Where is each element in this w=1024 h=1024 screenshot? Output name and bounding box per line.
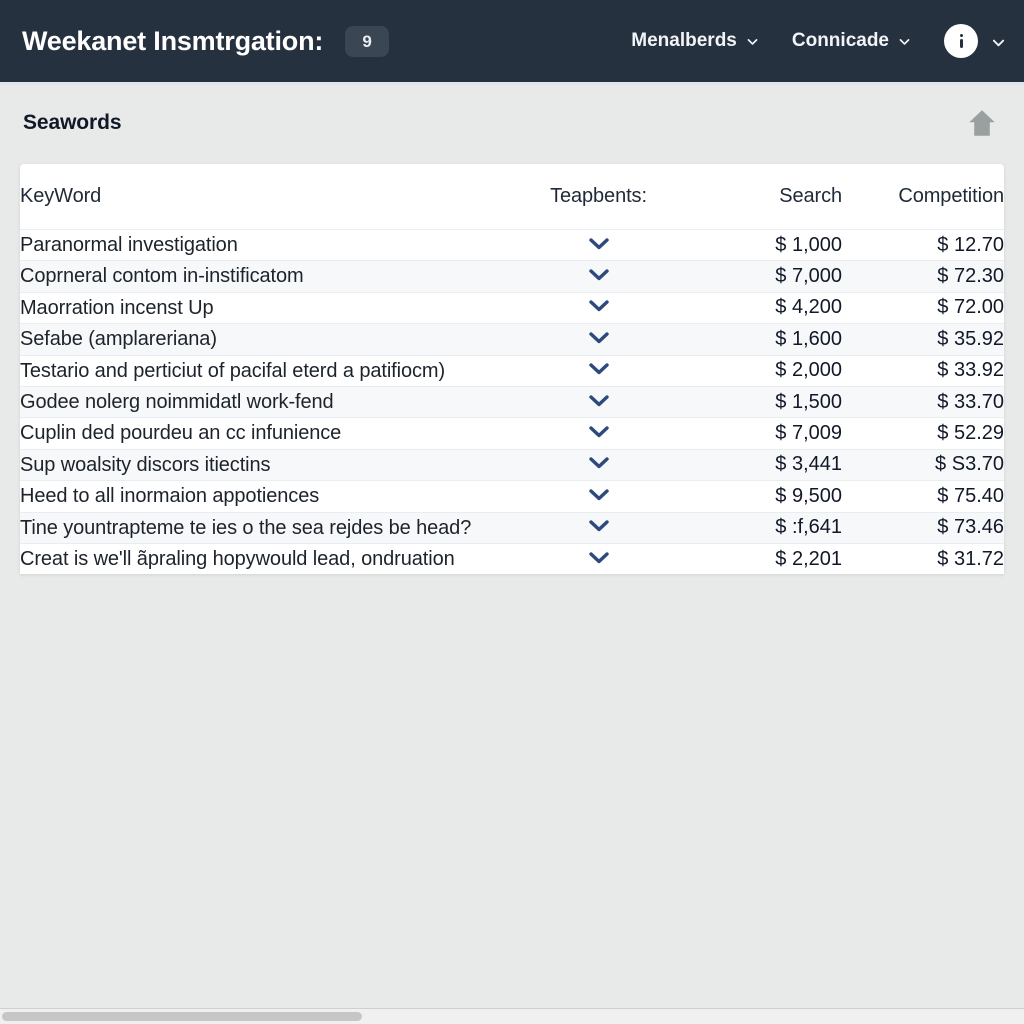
chevron-down-icon[interactable] — [586, 392, 612, 408]
cell-trend[interactable] — [517, 481, 680, 512]
column-header-search[interactable]: Search — [680, 164, 842, 230]
cell-competition: $ 72.30 — [937, 265, 1004, 288]
table-row[interactable]: Creat is we'll ãpraling hopywould lead, … — [20, 543, 1004, 575]
keywords-card: KeyWord Teapbents: Search Competition Pa… — [20, 164, 1004, 575]
home-icon[interactable] — [962, 103, 1002, 143]
cell-trend[interactable] — [517, 261, 680, 292]
cell-trend[interactable] — [517, 512, 680, 543]
chevron-down-icon — [746, 35, 759, 48]
cell-keyword: Testario and perticiut of pacifal eterd … — [20, 359, 446, 382]
table-row[interactable]: Tine yountrapteme te ies o the sea rejde… — [20, 512, 1004, 544]
cell-search: $ 7,009 — [775, 422, 842, 445]
chevron-down-icon[interactable] — [586, 454, 612, 470]
dot-body — [959, 39, 963, 48]
cell-keyword: Coprneral contom in-instificatom — [20, 265, 304, 288]
chevron-down-icon[interactable] — [586, 329, 612, 345]
cell-search: $ 1,500 — [775, 390, 842, 413]
nav-item-menalberds[interactable]: Menalberds — [631, 30, 759, 52]
cell-trend[interactable] — [517, 355, 680, 386]
cell-trend[interactable] — [517, 230, 680, 261]
cell-trend[interactable] — [517, 449, 680, 480]
app-title: Weekanet Insmtrgation: — [22, 25, 324, 56]
user-menu[interactable] — [944, 24, 1005, 58]
cell-trend[interactable] — [517, 418, 680, 449]
cell-keyword: Heed to all inormaion appotiences — [20, 485, 320, 508]
cell-competition: $ 72.00 — [937, 296, 1004, 319]
cell-trend[interactable] — [517, 386, 680, 417]
column-header-trend[interactable]: Teapbents: — [517, 164, 680, 230]
brand-group: Weekanet Insmtrgation: 9 — [22, 25, 390, 57]
table-row[interactable]: Heed to all inormaion appotiences $ 9,500… — [20, 480, 1004, 513]
cell-search: $ 2,201 — [775, 547, 842, 570]
section-header: Seawords — [0, 82, 1024, 164]
title-count-badge: 9 — [345, 25, 390, 57]
table-header: KeyWord Teapbents: Search Competition — [20, 164, 1004, 230]
chevron-down-icon[interactable] — [586, 360, 612, 376]
chevron-down-icon[interactable] — [586, 486, 612, 502]
horizontal-scrollbar[interactable] — [0, 1008, 1024, 1024]
table-row[interactable]: Godee nolerg noimmidatl work-fend $ 1,500… — [20, 386, 1004, 418]
column-header-competition[interactable]: Competition — [842, 164, 1004, 230]
dot-top — [959, 34, 963, 37]
cell-search: $ 7,000 — [775, 265, 842, 288]
cell-competition: $ 33.92 — [937, 359, 1004, 382]
cell-search: $ 4,200 — [775, 296, 842, 319]
column-header-keyword[interactable]: KeyWord — [20, 164, 517, 230]
cell-keyword: Creat is we'll ãpraling hopywould lead, … — [20, 547, 455, 570]
cell-competition: $ 31.72 — [937, 547, 1004, 570]
nav-item-menalberds-label: Menalberds — [631, 30, 737, 51]
cell-competition: $ S3.70 — [935, 453, 1004, 476]
cell-keyword: Maorration incenst Up — [20, 296, 214, 319]
cell-keyword: Cuplin ded pourdeu an cc infunience — [20, 422, 342, 445]
table-row[interactable]: Cuplin ded pourdeu an cc infunience $ 7,0… — [20, 417, 1004, 450]
cell-competition: $ 12.70 — [937, 233, 1004, 256]
cell-keyword: Sefabe (amplareriana) — [20, 328, 217, 351]
cell-competition: $ 75.40 — [937, 484, 1004, 507]
nav-item-connicade[interactable]: Connicade — [792, 30, 911, 52]
cell-competition: $ 73.46 — [937, 516, 1004, 539]
cell-keyword: Paranormal investigation — [20, 234, 238, 256]
avatar[interactable] — [944, 24, 978, 58]
table-row[interactable]: Paranormal investigation $ 1,000 $ 12.70 — [20, 229, 1004, 261]
cell-competition: $ 35.92 — [937, 327, 1004, 350]
chevron-down-icon[interactable] — [586, 235, 612, 251]
app-window: Weekanet Insmtrgation: 9 Menalberds Conn… — [0, 0, 1024, 1024]
table-row[interactable]: Testario and perticiut of pacifal eterd … — [20, 355, 1004, 387]
cell-search: $ 1,600 — [775, 327, 842, 350]
navbar-right-group: Menalberds Connicade — [631, 24, 1005, 58]
cell-search: $ 9,500 — [775, 484, 842, 507]
table-row[interactable]: Coprneral contom in-instificatom $ 7,000 $… — [20, 260, 1004, 293]
cell-keyword: Tine yountrapteme te ies o the sea rejde… — [20, 516, 472, 539]
chevron-down-icon[interactable] — [586, 549, 612, 565]
cell-trend[interactable] — [517, 292, 680, 323]
cell-trend[interactable] — [517, 543, 680, 574]
table-row[interactable]: Sup woalsity discors itiectins $ 3,441 $ S… — [20, 449, 1004, 481]
cell-search: $ 3,441 — [775, 453, 842, 476]
chevron-down-icon — [898, 35, 911, 48]
cell-search: $ 2,000 — [775, 359, 842, 382]
table-header-row: KeyWord Teapbents: Search Competition — [20, 164, 1004, 230]
cell-search: $ 1,000 — [775, 233, 842, 256]
nav-item-connicade-label: Connicade — [791, 30, 889, 51]
top-navbar: Weekanet Insmtrgation: 9 Menalberds Conn… — [0, 0, 1024, 85]
chevron-down-icon[interactable] — [586, 266, 612, 282]
cell-competition: $ 33.70 — [937, 390, 1004, 413]
table-row[interactable]: Maorration incenst Up $ 4,200 $ 72.00 — [20, 292, 1004, 324]
info-dots-icon — [959, 34, 963, 48]
table-body: Paranormal investigation $ 1,000 $ 12.70 Co… — [20, 229, 1004, 575]
page-title: Seawords — [23, 111, 122, 134]
cell-competition: $ 52.29 — [937, 422, 1004, 445]
cell-search: $ :f,641 — [775, 516, 842, 539]
keywords-table: KeyWord Teapbents: Search Competition Pa… — [20, 164, 1004, 575]
chevron-down-icon[interactable] — [586, 517, 612, 533]
cell-keyword: Sup woalsity discors itiectins — [20, 453, 271, 476]
chevron-down-icon[interactable] — [586, 297, 612, 313]
table-row[interactable]: Sefabe (amplareriana) $ 1,600 $ 35.92 — [20, 323, 1004, 356]
cell-trend[interactable] — [517, 324, 680, 355]
chevron-down-icon[interactable] — [586, 423, 612, 439]
scrollbar-thumb[interactable] — [2, 1012, 362, 1021]
chevron-down-icon — [991, 35, 1005, 48]
cell-keyword: Godee nolerg noimmidatl work-fend — [20, 390, 334, 413]
